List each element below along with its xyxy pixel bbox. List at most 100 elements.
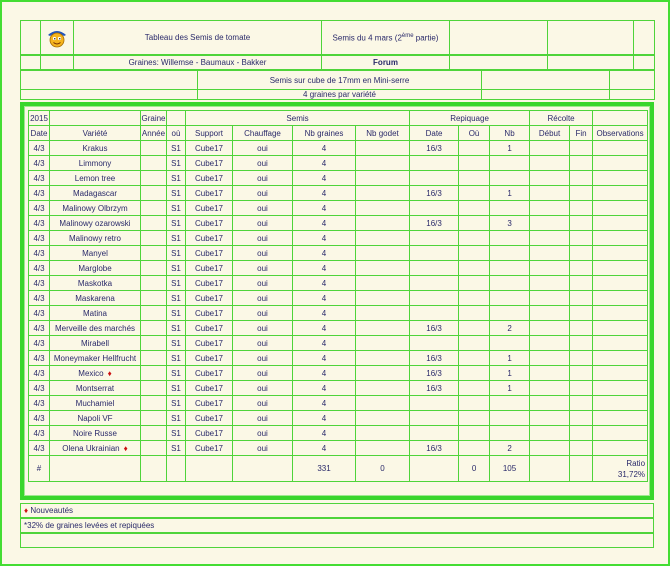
cell-nb-graines: 4 bbox=[292, 155, 356, 171]
table-row: 4/3 Noire Russe S1 Cube17 oui 4 bbox=[28, 425, 649, 441]
date-text: 4/3 bbox=[33, 293, 45, 303]
cell-rep-date: 16/3 bbox=[409, 440, 460, 456]
cell-chauffage: oui bbox=[232, 410, 293, 426]
logo-cell bbox=[40, 20, 74, 55]
nb-graines-text: 4 bbox=[321, 338, 327, 348]
cell-support: Cube17 bbox=[185, 260, 233, 276]
cell-empty bbox=[354, 200, 411, 216]
cell-empty bbox=[140, 365, 167, 381]
date-text: 4/3 bbox=[33, 248, 45, 258]
cell-variete: Krakus bbox=[49, 140, 141, 156]
cell-empty bbox=[49, 455, 141, 482]
date-text: 4/3 bbox=[33, 263, 45, 273]
cell-empty bbox=[458, 230, 491, 246]
cell-empty bbox=[185, 455, 233, 482]
cell-empty bbox=[569, 395, 594, 411]
rep-date-text: 16/3 bbox=[426, 353, 442, 363]
graines-sources: Graines: Willemse - Baumaux - Bakker bbox=[73, 55, 322, 70]
cell-empty bbox=[458, 335, 491, 351]
cell-variete: Moneymaker Hellfrucht bbox=[49, 350, 141, 366]
cell-empty bbox=[458, 395, 491, 411]
cell-variete: Napoli VF bbox=[49, 410, 141, 426]
cell-nb-graines: 4 bbox=[292, 200, 356, 216]
cell-rep-date: 16/3 bbox=[409, 350, 460, 366]
support-text: Cube17 bbox=[194, 383, 224, 393]
cell-empty bbox=[354, 425, 411, 441]
forum-link[interactable]: Forum bbox=[321, 55, 450, 70]
cell-ou: S1 bbox=[166, 380, 186, 396]
totals-label: # bbox=[28, 455, 50, 482]
cell-nb-graines: 4 bbox=[292, 260, 356, 276]
total-nb-godet: 0 bbox=[354, 455, 411, 482]
cell-empty bbox=[458, 260, 491, 276]
chauffage-text: oui bbox=[257, 233, 268, 243]
date-text: 4/3 bbox=[33, 383, 45, 393]
cell-support: Cube17 bbox=[185, 140, 233, 156]
cell-support: Cube17 bbox=[185, 185, 233, 201]
cell-empty bbox=[140, 230, 167, 246]
table-row: 4/3 Merveille des marchés S1 Cube17 oui 4 16/3… bbox=[28, 320, 649, 336]
cell-empty bbox=[140, 305, 167, 321]
ratio-label: Ratio bbox=[626, 458, 646, 468]
nb-graines-text: 4 bbox=[321, 188, 327, 198]
nb-graines-text: 4 bbox=[321, 353, 327, 363]
cell-nb-graines: 4 bbox=[292, 230, 356, 246]
semis-date: Semis du 4 mars (2ème partie) bbox=[321, 20, 450, 55]
ou-text: S1 bbox=[171, 413, 181, 423]
note-text: *32% de graines levées et repiquées bbox=[24, 521, 155, 530]
cell-date: 4/3 bbox=[28, 335, 50, 351]
chauffage-text: oui bbox=[257, 173, 268, 183]
date-text: 4/3 bbox=[33, 323, 45, 333]
cell-ou: S1 bbox=[166, 425, 186, 441]
nb-graines-text: 4 bbox=[321, 293, 327, 303]
cell-empty bbox=[140, 335, 167, 351]
cell-nb-graines: 4 bbox=[292, 245, 356, 261]
cell-ou: S1 bbox=[166, 170, 186, 186]
cell-empty bbox=[592, 200, 649, 216]
cell-variete: Muchamiel bbox=[49, 395, 141, 411]
cell-empty bbox=[529, 320, 571, 336]
nb-graines-text: 4 bbox=[321, 158, 327, 168]
cell-chauffage: oui bbox=[232, 395, 293, 411]
cell-empty bbox=[592, 440, 649, 456]
cell-rep-nb bbox=[489, 335, 531, 351]
cube-info: Semis sur cube de 17mm en Mini-serre bbox=[197, 70, 482, 90]
variete-text: Maskarena bbox=[75, 293, 115, 303]
cell-date: 4/3 bbox=[28, 275, 50, 291]
cell-rep-nb: 2 bbox=[489, 320, 531, 336]
cell-variete: Matina bbox=[49, 305, 141, 321]
cell-nb-graines: 4 bbox=[292, 185, 356, 201]
cell-ou: S1 bbox=[166, 140, 186, 156]
column-header: Date bbox=[28, 125, 50, 141]
cell-chauffage: oui bbox=[232, 335, 293, 351]
legend-text: Nouveautés bbox=[28, 506, 74, 515]
cell-ou: S1 bbox=[166, 440, 186, 456]
cell-rep-date bbox=[409, 425, 460, 441]
cell-empty bbox=[569, 140, 594, 156]
nb-graines-text: 4 bbox=[321, 143, 327, 153]
variete-text: Madagascar bbox=[72, 188, 118, 198]
ou-text: S1 bbox=[171, 443, 181, 453]
variete-text: Merveille des marchés bbox=[54, 323, 136, 333]
support-text: Cube17 bbox=[194, 293, 224, 303]
table-row: 4/3 Matina S1 Cube17 oui 4 bbox=[28, 305, 649, 321]
cell-empty bbox=[529, 455, 571, 482]
table-row: 4/3 Napoli VF S1 Cube17 oui 4 bbox=[28, 410, 649, 426]
chauffage-text: oui bbox=[257, 218, 268, 228]
cell-nb-graines: 4 bbox=[292, 350, 356, 366]
cell-empty bbox=[458, 410, 491, 426]
cell-empty bbox=[140, 290, 167, 306]
cell-ou: S1 bbox=[166, 260, 186, 276]
cell-variete: Malinowy Olbrzym bbox=[49, 200, 141, 216]
cell-nb-graines: 4 bbox=[292, 380, 356, 396]
cell-empty bbox=[569, 350, 594, 366]
support-text: Cube17 bbox=[194, 323, 224, 333]
cell-empty bbox=[529, 260, 571, 276]
cell-chauffage: oui bbox=[232, 155, 293, 171]
cell-empty bbox=[569, 170, 594, 186]
support-text: Cube17 bbox=[194, 308, 224, 318]
cell-empty bbox=[569, 320, 594, 336]
cell-nb-graines: 4 bbox=[292, 410, 356, 426]
cell-empty bbox=[592, 425, 649, 441]
cell-empty bbox=[592, 260, 649, 276]
